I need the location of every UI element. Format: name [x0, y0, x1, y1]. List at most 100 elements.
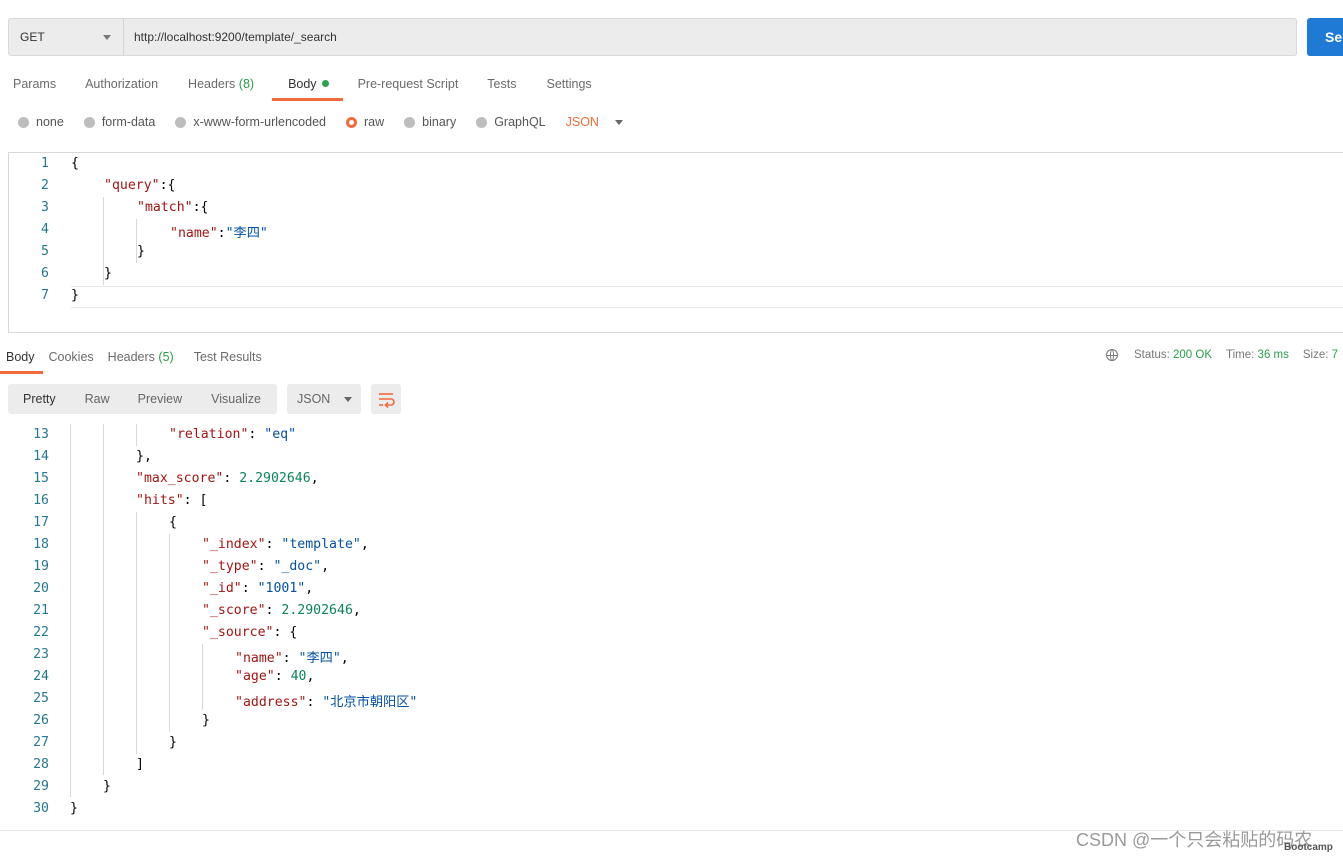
tab-settings[interactable]: Settings: [531, 70, 604, 100]
code-line: }: [71, 288, 79, 303]
view-label: Pretty: [23, 392, 56, 406]
line-number: 1: [41, 156, 49, 171]
code-token: "relation": [169, 427, 249, 442]
line-number: 27: [33, 735, 49, 750]
code-token: 2.2902646: [281, 603, 353, 618]
tab-label: Tests: [487, 77, 517, 91]
radio-graphql[interactable]: GraphQL: [476, 115, 546, 129]
chevron-down-icon: [344, 396, 353, 402]
tab-headers[interactable]: Headers (8): [173, 70, 272, 100]
body-type-radios: none form-data x-www-form-urlencoded raw…: [18, 113, 623, 131]
indent-guide: [70, 424, 71, 797]
code-line: "relation": "eq": [169, 427, 297, 442]
response-format-select[interactable]: JSON: [287, 384, 361, 414]
view-label: Raw: [84, 392, 110, 406]
bootcamp-label[interactable]: Bootcamp: [1284, 842, 1333, 853]
line-number: 24: [33, 669, 49, 684]
code-token: {: [71, 156, 79, 171]
indent-guide: [103, 424, 104, 775]
code-line: {: [71, 156, 79, 171]
tab-body[interactable]: Body: [272, 70, 343, 101]
radio-raw[interactable]: raw: [346, 115, 384, 129]
radio-circle: [175, 116, 187, 128]
preview-button[interactable]: Preview: [123, 384, 195, 414]
method-label: GET: [20, 30, 45, 44]
radio-x-www-form-urlencoded[interactable]: x-www-form-urlencoded: [175, 115, 326, 129]
code-token: :{: [192, 200, 209, 215]
code-line: }: [103, 779, 111, 794]
code-token: "_type": [202, 559, 258, 574]
line-number: 2: [41, 178, 49, 193]
tab-label: Cookies: [48, 350, 94, 364]
current-line-highlight: [71, 286, 1343, 308]
code-token: }: [104, 266, 112, 281]
code-token: }: [70, 801, 78, 816]
globe-icon[interactable]: [1106, 349, 1118, 361]
code-token: "李四": [225, 226, 268, 241]
visualize-button[interactable]: Visualize: [195, 384, 274, 414]
send-label: Send: [1325, 29, 1343, 45]
response-format-label: JSON: [297, 392, 331, 406]
line-number: 6: [41, 266, 49, 281]
wrap-lines-button[interactable]: [371, 384, 401, 414]
line-number: 20: [33, 581, 49, 596]
code-token: }: [202, 713, 210, 728]
tab-response-headers[interactable]: Headers (5): [102, 347, 182, 373]
tab-label: Body: [288, 77, 317, 91]
line-number: 17: [33, 515, 49, 530]
line-number: 26: [33, 713, 49, 728]
code-line: "max_score": 2.2902646,: [136, 471, 319, 486]
tab-authorization[interactable]: Authorization: [69, 70, 173, 100]
tab-label: Headers: [107, 350, 155, 364]
code-token: 2.2902646: [239, 471, 311, 486]
code-line: },: [136, 449, 152, 464]
code-token: }: [137, 244, 145, 259]
body-format-label: JSON: [565, 115, 599, 129]
tab-response-cookies[interactable]: Cookies: [43, 347, 102, 373]
code-line: "match":{: [137, 200, 208, 215]
code-token: }: [169, 735, 177, 750]
tab-label: Params: [13, 77, 57, 91]
tab-test-results[interactable]: Test Results: [182, 347, 270, 373]
code-token: "李四": [298, 651, 341, 666]
code-line: }: [137, 244, 145, 259]
raw-button[interactable]: Raw: [69, 384, 123, 414]
code-line: {: [169, 515, 177, 530]
line-number: 29: [33, 779, 49, 794]
code-token: "max_score": [136, 471, 224, 486]
url-input[interactable]: http://localhost:9200/template/_search: [123, 18, 1297, 56]
radio-circle: [404, 116, 416, 128]
tab-tests[interactable]: Tests: [473, 70, 531, 100]
tab-label: Authorization: [85, 77, 159, 91]
request-body-editor[interactable]: 1 2 3 4 5 6 7 { "query":{ "match":{ "nam…: [8, 152, 1343, 333]
size-label: Size:: [1302, 349, 1329, 361]
tab-params[interactable]: Params: [0, 70, 69, 100]
radio-label: none: [36, 115, 64, 129]
tab-label: Test Results: [193, 350, 262, 364]
code-token: {: [169, 515, 177, 530]
code-token: "_source": [202, 625, 274, 640]
code-token: "1001": [257, 581, 306, 596]
radio-binary[interactable]: binary: [404, 115, 456, 129]
body-format-select[interactable]: JSON: [566, 115, 623, 129]
code-token: ]: [136, 757, 144, 772]
code-token: 40: [290, 669, 307, 684]
code-token: "age": [235, 669, 275, 684]
headers-count: (8): [238, 77, 255, 91]
method-select[interactable]: GET: [8, 18, 124, 56]
pretty-button[interactable]: Pretty: [8, 384, 69, 414]
tab-response-body[interactable]: Body: [0, 347, 43, 374]
code-token: "北京市朝阳区": [322, 695, 418, 710]
send-button[interactable]: Send: [1307, 18, 1343, 56]
tab-pre-request-script[interactable]: Pre-request Script: [343, 70, 474, 100]
radio-circle: [476, 116, 488, 128]
chevron-down-icon: [614, 119, 623, 125]
response-stats: Status: 200 OK Time: 36 ms Size: 7: [1106, 349, 1338, 361]
code-token: "name": [235, 651, 283, 666]
response-body-viewer[interactable]: 13 14 15 16 17 18 19 20 21 22 23 24 25 2…: [0, 424, 1343, 830]
radio-none[interactable]: none: [18, 115, 64, 129]
code-line: "_id": "1001",: [202, 581, 314, 596]
code-line: "address": "北京市朝阳区": [235, 695, 418, 710]
radio-form-data[interactable]: form-data: [83, 115, 155, 129]
line-number: 14: [33, 449, 49, 464]
